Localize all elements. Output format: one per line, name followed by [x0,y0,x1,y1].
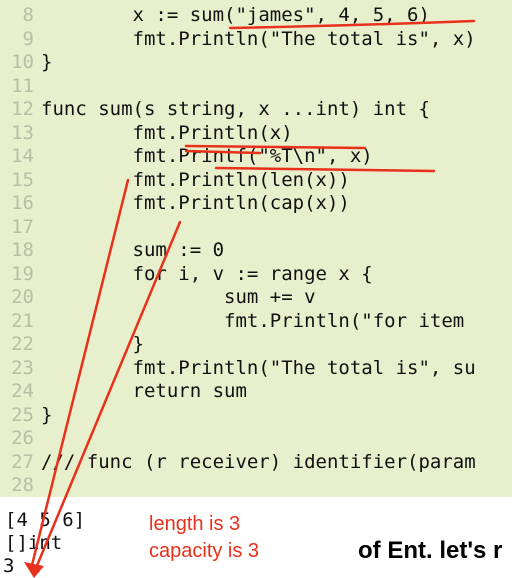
line-number: 22 [11,333,34,355]
code-text[interactable]: sum += v [41,286,316,308]
code-text[interactable]: sum := 0 [41,239,225,261]
code-text[interactable]: } [41,404,52,426]
line-number: 10 [11,51,34,73]
code-line[interactable]: 21 fmt.Println("for item [0,310,512,333]
code-line[interactable]: 16 fmt.Println(cap(x)) [0,192,512,215]
line-number: 8 [22,4,34,26]
code-line[interactable]: 19 for i, v := range x { [0,263,512,286]
code-text[interactable]: return sum [41,380,247,402]
code-line[interactable]: 15 fmt.Println(len(x)) [0,169,512,192]
line-number: 11 [11,74,34,97]
line-number: 27 [11,450,34,473]
code-text[interactable]: fmt.Println(x) [41,122,293,144]
code-line[interactable]: 11 [0,75,512,98]
capacity-annotation: capacity is 3 [149,540,260,562]
code-text[interactable]: } [41,333,144,355]
code-line[interactable]: 27 /// func (r receiver) identifier(param [0,451,512,474]
line-number: 20 [11,286,34,308]
line-number: 26 [11,427,34,449]
video-subtitle: of Ent. let's r [358,537,503,564]
length-annotation: length is 3 [149,513,241,535]
line-number: 19 [11,262,34,285]
code-text[interactable]: for i, v := range x { [41,263,373,285]
code-text[interactable]: fmt.Println(cap(x)) [41,192,350,214]
code-line[interactable]: 20 sum += v [0,286,512,309]
line-number: 14 [11,145,34,167]
output-line-type: []int [5,532,63,554]
line-number: 25 [11,403,34,426]
code-line[interactable]: 17 [0,216,512,239]
code-text[interactable]: fmt.Println("The total is", su [41,357,476,379]
code-text[interactable]: /// func (r receiver) identifier(param [41,451,476,473]
output-line-length: 3 [3,555,15,577]
line-number: 24 [11,380,34,402]
code-text[interactable]: fmt.Println("for item [41,310,464,332]
code-line[interactable]: 26 [0,427,512,450]
line-number: 23 [11,356,34,379]
code-line[interactable]: 14 fmt.Printf("%T\n", x) [0,145,512,168]
code-line[interactable]: 24 return sum [0,380,512,403]
code-line[interactable]: 28 [0,474,512,497]
line-number: 16 [11,192,34,214]
code-text[interactable]: fmt.Printf("%T\n", x) [41,145,373,167]
code-text[interactable]: x := sum("james", 4, 5, 6) [41,4,430,26]
code-line[interactable]: 18 sum := 0 [0,239,512,262]
code-line[interactable]: 25} [0,404,512,427]
code-line[interactable]: 23 fmt.Println("The total is", su [0,357,512,380]
code-line[interactable]: 12 func sum(s string, x ...int) int { [0,98,512,121]
code-line[interactable]: 10} [0,51,512,74]
code-line[interactable]: 13 fmt.Println(x) [0,122,512,145]
line-number: 28 [11,474,34,496]
line-number: 18 [11,239,34,261]
code-line[interactable]: 9 fmt.Println("The total is", x) [0,28,512,51]
code-text[interactable]: fmt.Println("The total is", x) [41,28,476,50]
line-number: 15 [11,168,34,191]
code-text[interactable]: func sum(s string, x ...int) int { [41,98,430,120]
line-number: 13 [11,121,34,144]
code-text[interactable]: } [41,51,52,73]
line-number: 12 [11,98,34,120]
console-output: [4 5 6] []int 3 length is 3 capacity is … [0,497,512,578]
code-text[interactable]: fmt.Println(len(x)) [41,169,350,191]
line-number: 9 [22,27,34,50]
line-number: 17 [11,215,34,238]
output-line-slice: [4 5 6] [5,509,86,531]
code-line[interactable]: 8 x := sum("james", 4, 5, 6) [0,4,512,27]
line-number: 21 [11,309,34,332]
code-editor[interactable]: 8 x := sum("james", 4, 5, 6) 9 fmt.Printl… [0,0,512,497]
code-line[interactable]: 22 } [0,333,512,356]
